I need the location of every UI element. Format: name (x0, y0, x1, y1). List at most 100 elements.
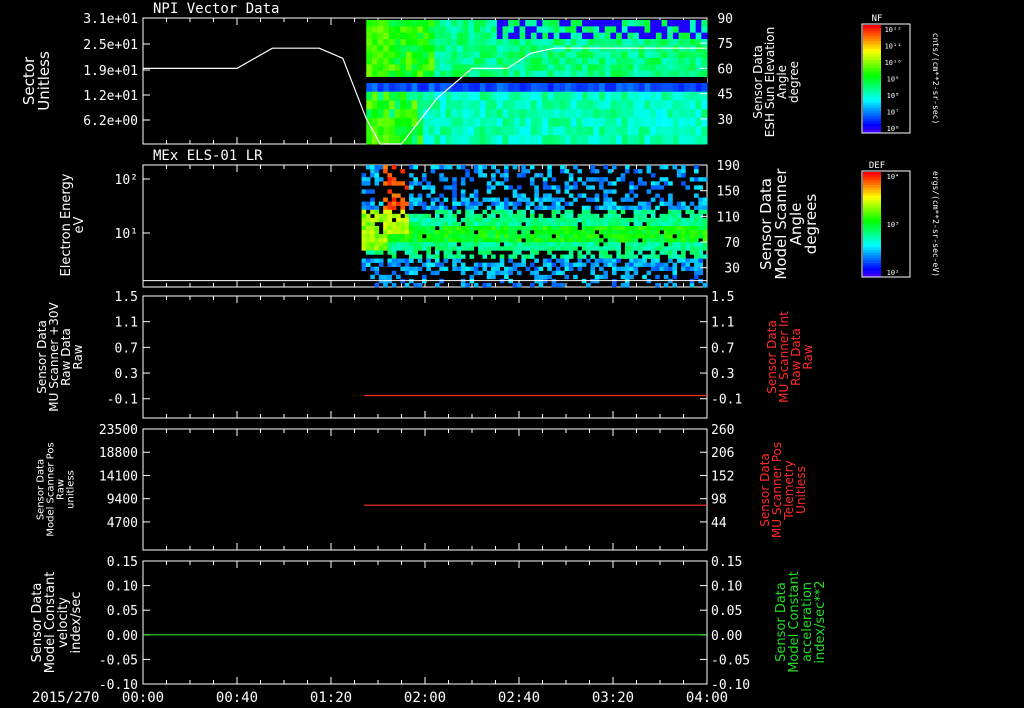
els-cell (517, 270, 522, 276)
npi-cell (701, 126, 708, 136)
els-cell (663, 217, 669, 223)
els-cell (469, 242, 475, 247)
els-cell (538, 246, 544, 251)
els-cell (378, 213, 384, 219)
els-cell (460, 177, 466, 182)
els-cell (396, 221, 401, 227)
els-cell (521, 217, 526, 223)
els-cell (694, 274, 699, 280)
els-cell (547, 274, 552, 280)
els-cell (460, 193, 466, 198)
npi-cell (695, 83, 702, 93)
els-cell (439, 238, 444, 243)
els-cell (646, 205, 652, 211)
els-cell (439, 193, 444, 198)
npi-cell (377, 83, 384, 93)
els-cell (391, 193, 397, 198)
els-cell (391, 262, 397, 267)
npi-cell (428, 20, 435, 27)
npi-cell (610, 20, 617, 27)
els-cell (624, 230, 630, 235)
els-cell (633, 217, 639, 223)
els-cell (482, 250, 488, 255)
npi-cell (451, 45, 458, 53)
npi-cell (400, 126, 407, 136)
els-cell (361, 213, 367, 219)
els-cell (547, 266, 552, 272)
npi-cell (411, 83, 418, 93)
panel-title: MEx ELS-01 LR (153, 148, 263, 164)
els-cell (413, 226, 418, 231)
els-cell (663, 213, 669, 219)
els-cell (391, 254, 397, 259)
npi-cell (530, 45, 538, 53)
els-cell (504, 246, 509, 251)
els-cell (551, 282, 557, 288)
els-cell (491, 262, 496, 267)
els-cell (568, 242, 574, 247)
npi-cell (672, 109, 680, 119)
els-cell (443, 250, 449, 255)
els-cell (633, 205, 639, 211)
els-cell (361, 177, 367, 182)
npi-cell (502, 58, 509, 65)
els-cell (495, 169, 501, 174)
npi-cell (604, 26, 611, 34)
npi-cell (411, 20, 418, 27)
els-cell (612, 270, 617, 276)
npi-cell (593, 70, 600, 78)
els-cell (590, 221, 596, 227)
npi-cell (513, 70, 521, 78)
els-cell (547, 230, 552, 235)
npi-cell (496, 109, 504, 119)
npi-cell (428, 39, 435, 46)
els-cell (573, 230, 578, 235)
els-cell (616, 250, 621, 255)
npi-cell (559, 51, 566, 59)
els-cell (534, 193, 539, 198)
els-cell (387, 250, 393, 255)
els-cell (495, 197, 501, 202)
els-cell (702, 242, 708, 247)
npi-cell (644, 51, 651, 59)
els-cell (612, 242, 617, 247)
npi-cell (491, 100, 498, 110)
els-cell (694, 254, 699, 259)
els-cell (555, 189, 561, 194)
els-cell (577, 250, 583, 255)
els-cell (504, 205, 509, 211)
els-cell (370, 209, 375, 215)
els-cell (512, 262, 518, 267)
els-cell (612, 221, 617, 227)
els-cell (624, 169, 630, 174)
npi-cell (610, 83, 617, 93)
els-cell (508, 254, 513, 259)
npi-cell (445, 45, 452, 53)
y-right-tick-label: 0.05 (711, 604, 742, 619)
npi-cell (689, 70, 697, 78)
els-cell (551, 242, 557, 247)
els-cell (529, 242, 535, 247)
npi-cell (377, 109, 384, 119)
els-cell (495, 242, 501, 247)
npi-cell (599, 91, 606, 101)
els-cell (404, 201, 410, 206)
els-cell (499, 205, 505, 211)
els-cell (361, 238, 367, 243)
npi-cell (457, 64, 464, 72)
els-cell (486, 185, 492, 190)
npi-cell (525, 91, 532, 101)
els-cell (504, 213, 509, 219)
npi-cell (689, 135, 697, 145)
els-cell (361, 242, 367, 247)
els-cell (413, 230, 418, 235)
els-cell (599, 266, 604, 272)
npi-cell (536, 83, 543, 93)
els-cell (542, 274, 548, 280)
npi-cell (542, 109, 549, 119)
els-cell (568, 177, 574, 182)
npi-cell (661, 64, 668, 72)
els-cell (409, 185, 414, 190)
els-cell (383, 213, 388, 219)
npi-cell (377, 45, 384, 53)
